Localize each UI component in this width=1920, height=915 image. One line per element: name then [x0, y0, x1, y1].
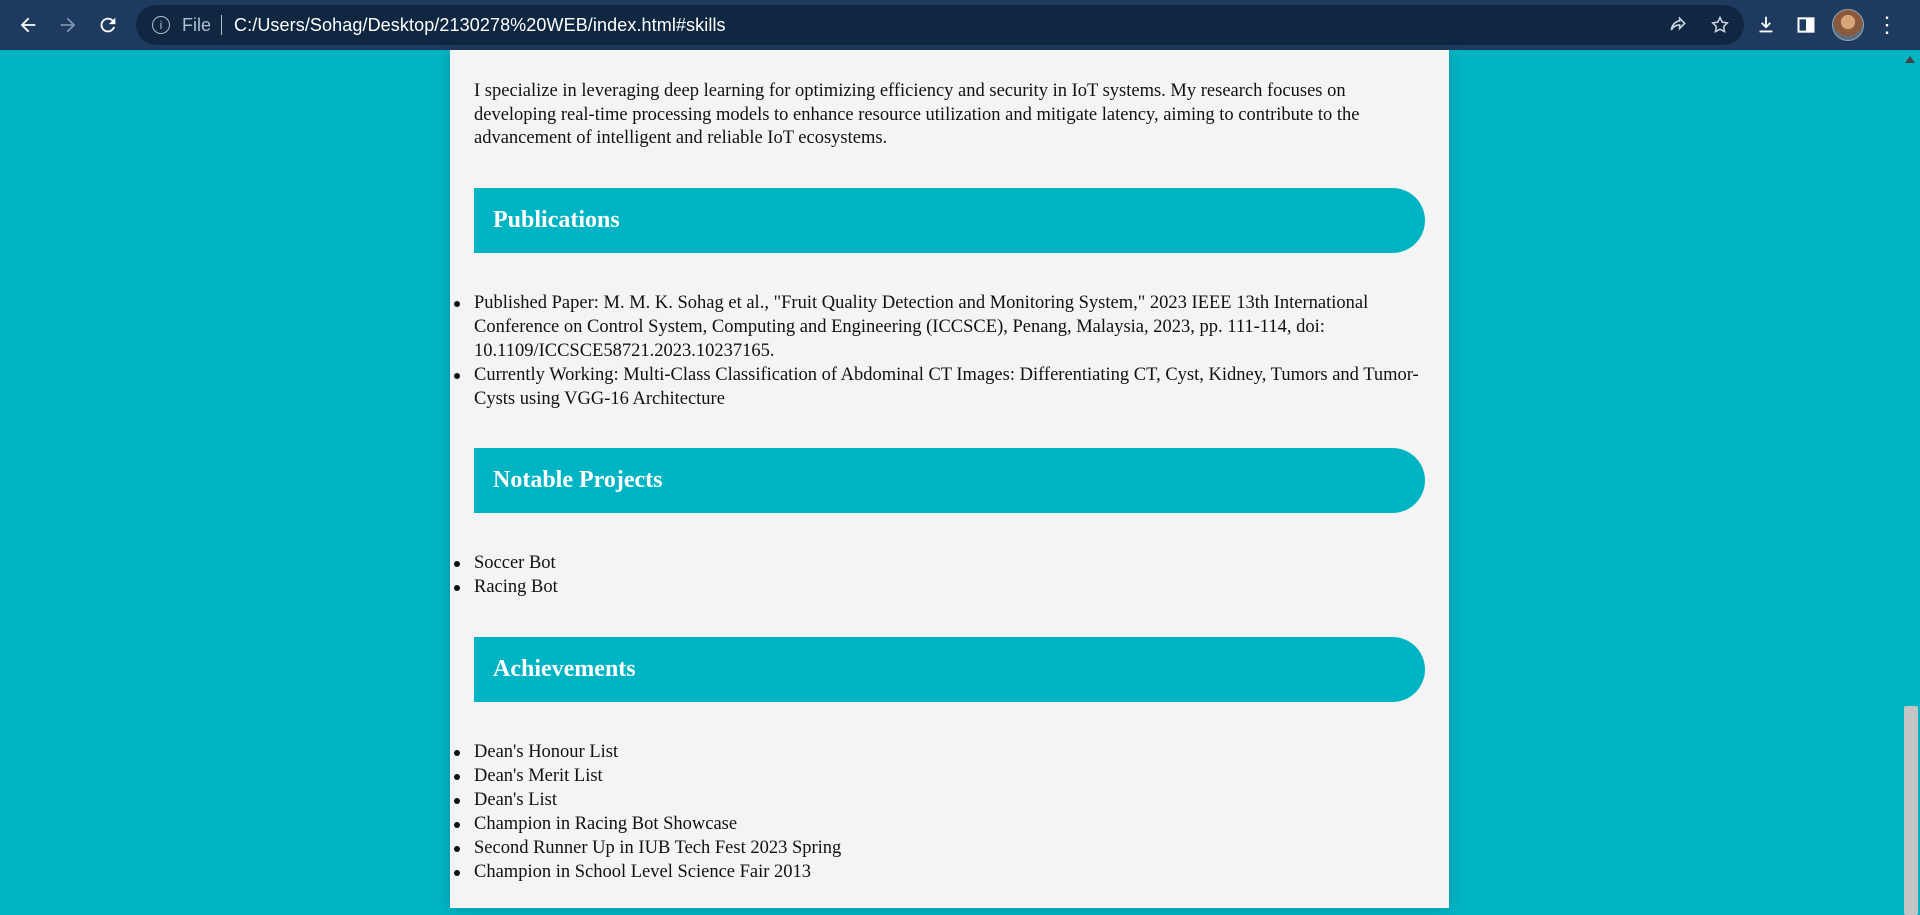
- list-item: Dean's List: [454, 788, 1426, 812]
- side-panel-icon[interactable]: [1792, 11, 1820, 39]
- share-icon[interactable]: [1664, 11, 1692, 39]
- toolbar-right: ⋮: [1752, 5, 1898, 45]
- projects-list: Soccer Bot Racing Bot: [0, 551, 1426, 599]
- kebab-menu-icon[interactable]: ⋮: [1876, 12, 1898, 38]
- research-intro: I specialize in leveraging deep learning…: [474, 81, 1360, 148]
- profile-avatar[interactable]: [1832, 9, 1864, 41]
- reload-button[interactable]: [88, 5, 128, 45]
- forward-button[interactable]: [48, 5, 88, 45]
- url-text[interactable]: C:/Users/Sohag/Desktop/2130278%20WEB/ind…: [234, 15, 726, 36]
- achievements-list: Dean's Honour List Dean's Merit List Dea…: [0, 740, 1426, 884]
- url-divider: [221, 15, 223, 35]
- section-title: Publications: [493, 207, 620, 233]
- scrollbar-thumb[interactable]: [1904, 706, 1918, 915]
- section-title: Notable Projects: [493, 467, 663, 493]
- section-title: Achievements: [493, 656, 636, 682]
- url-actions: [1664, 5, 1734, 45]
- scroll-up-arrow-icon[interactable]: [1905, 56, 1915, 63]
- list-item: Champion in Racing Bot Showcase: [454, 812, 1426, 836]
- list-item: Dean's Honour List: [454, 740, 1426, 764]
- publications-list: Published Paper: M. M. K. Sohag et al., …: [0, 291, 1426, 411]
- list-item: Soccer Bot: [454, 551, 1426, 575]
- info-icon[interactable]: i: [152, 16, 170, 34]
- section-header-achievements: Achievements: [474, 637, 1425, 702]
- list-item: Champion in School Level Science Fair 20…: [454, 860, 1426, 884]
- arrow-right-icon: [60, 17, 76, 33]
- url-scheme-label: File: [182, 14, 212, 35]
- download-icon[interactable]: [1752, 11, 1780, 39]
- section-header-projects: Notable Projects: [474, 448, 1425, 513]
- browser-toolbar: i File C:/Users/Sohag/Desktop/2130278%20…: [0, 0, 1920, 50]
- reload-icon: [100, 17, 116, 33]
- list-item: Published Paper: M. M. K. Sohag et al., …: [454, 291, 1426, 363]
- section-header-publications: Publications: [474, 188, 1425, 253]
- back-button[interactable]: [8, 5, 48, 45]
- list-item: Currently Working: Multi-Class Classific…: [454, 363, 1426, 411]
- address-bar[interactable]: i File C:/Users/Sohag/Desktop/2130278%20…: [136, 5, 1744, 45]
- star-icon[interactable]: [1706, 11, 1734, 39]
- list-item: Second Runner Up in IUB Tech Fest 2023 S…: [454, 836, 1426, 860]
- list-item: Racing Bot: [454, 575, 1426, 599]
- arrow-left-icon: [20, 17, 36, 33]
- list-item: Dean's Merit List: [454, 764, 1426, 788]
